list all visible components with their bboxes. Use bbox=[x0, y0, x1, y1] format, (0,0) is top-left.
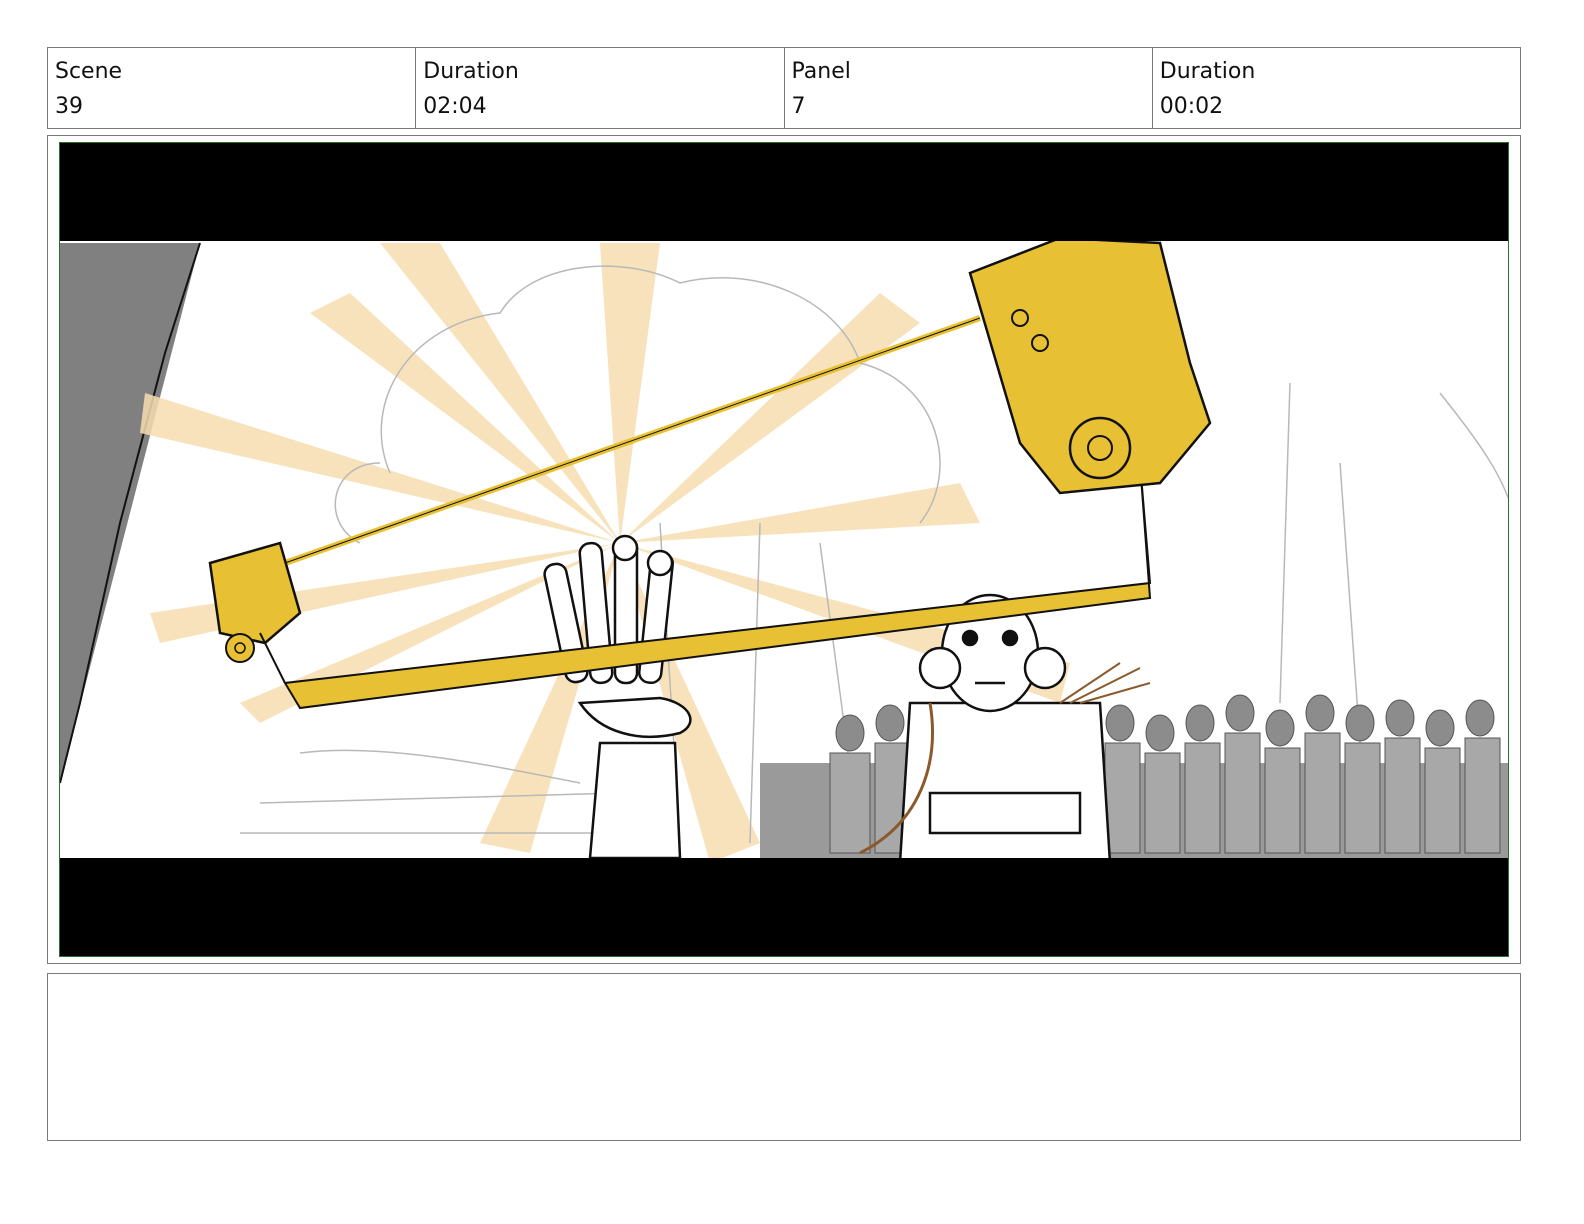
panel-cell: Panel 7 bbox=[785, 48, 1153, 128]
panel-duration-value: 00:02 bbox=[1159, 94, 1224, 119]
scene-cell: Scene 39 bbox=[48, 48, 417, 128]
panel-duration-cell: Duration 00:02 bbox=[1153, 48, 1520, 128]
panel-duration-label: Duration bbox=[1159, 59, 1256, 84]
panel-value: 7 bbox=[791, 94, 806, 119]
letterbox-top bbox=[60, 143, 1508, 241]
scene-value: 39 bbox=[55, 94, 83, 119]
panel-sketch-illustration bbox=[60, 143, 1508, 956]
storyboard-panel-frame bbox=[47, 135, 1521, 964]
scene-duration-cell: Duration 02:04 bbox=[416, 48, 785, 128]
scene-duration-label: Duration bbox=[423, 59, 519, 84]
panel-label: Panel bbox=[791, 59, 851, 84]
letterbox-bottom bbox=[60, 858, 1508, 956]
panel-header-table: Scene 39 Duration 02:04 Panel 7 Duration… bbox=[47, 47, 1521, 129]
storyboard-panel-image bbox=[59, 142, 1509, 957]
panel-notes-box bbox=[47, 973, 1521, 1141]
scene-duration-value: 02:04 bbox=[423, 94, 487, 119]
scene-label: Scene bbox=[55, 59, 123, 84]
